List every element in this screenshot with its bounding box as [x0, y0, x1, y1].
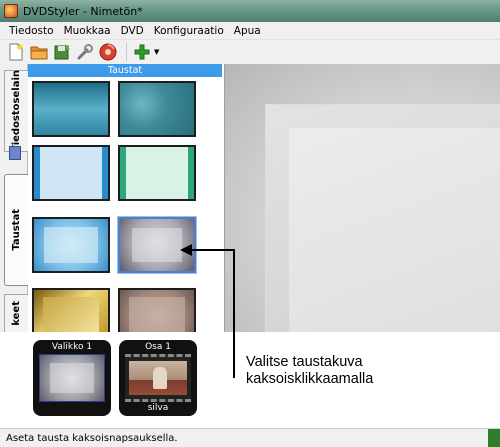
tab-backgrounds[interactable]: Taustat — [4, 174, 28, 286]
tab-file-browser-label: Tiedostoselain — [11, 69, 22, 153]
annotation-line-1: Valitse taustakuva — [246, 354, 363, 370]
status-text: Aseta tausta kaksoisnapsauksella. — [6, 432, 178, 444]
tab-file-browser[interactable]: Tiedostoselain — [4, 70, 28, 152]
annotation-line-2: kaksoisklikkaamalla — [246, 371, 374, 387]
burn-disc-icon[interactable] — [98, 42, 118, 62]
background-thumbnail[interactable] — [32, 145, 110, 201]
dvdstyler-app-icon — [4, 4, 18, 18]
file-browser-icon — [9, 146, 21, 160]
side-tabs: Tiedostoselain Taustat keet — [0, 64, 28, 332]
tab-backgrounds-label: Taustat — [11, 209, 22, 251]
menu-file[interactable]: Tiedosto — [4, 25, 59, 37]
menu-help[interactable]: Apua — [229, 25, 266, 37]
open-folder-icon[interactable] — [29, 42, 49, 62]
title-card-label: Osa 1 — [145, 342, 171, 352]
settings-icon[interactable] — [75, 42, 95, 62]
background-thumbnail[interactable] — [32, 81, 110, 137]
toolbar-separator — [126, 43, 127, 61]
menu-card[interactable]: Valikko 1 — [33, 340, 111, 416]
add-icon[interactable] — [132, 42, 152, 62]
background-thumbnail[interactable] — [118, 145, 196, 201]
background-thumbnail[interactable] — [32, 288, 110, 332]
menu-bar: Tiedosto Muokkaa DVD Konfiguraatio Apua — [0, 22, 500, 40]
menu-edit[interactable]: Muokkaa — [59, 25, 116, 37]
title-card-thumbnail — [125, 354, 191, 402]
background-thumbnail-selected[interactable] — [118, 217, 196, 273]
background-thumbnails — [28, 77, 206, 332]
background-thumbnail[interactable] — [118, 81, 196, 137]
add-dropdown-arrow-icon[interactable]: ▼ — [154, 48, 159, 56]
save-icon[interactable] — [52, 42, 72, 62]
status-bar: Aseta tausta kaksoisnapsauksella. — [0, 428, 500, 447]
menu-configuration[interactable]: Konfiguraatio — [149, 25, 229, 37]
title-bar: DVDStyler - Nimetön* — [0, 0, 500, 22]
menu-card-label: Valikko 1 — [51, 342, 93, 352]
resize-grip[interactable] — [488, 429, 500, 447]
menu-editor-canvas[interactable] — [224, 64, 500, 332]
new-file-icon[interactable] — [6, 42, 26, 62]
backgrounds-panel: Taustat ▲ ▼ — [28, 64, 250, 332]
background-thumbnail[interactable] — [32, 217, 110, 273]
titleset-manager: Valikko 1 Osa 1 silva — [28, 332, 222, 428]
annotation-text: Valitse taustakuva kaksoisklikkaamalla — [246, 354, 373, 388]
menu-card-thumbnail — [39, 354, 105, 402]
toolbar: ▼ — [0, 40, 500, 64]
menu-dvd[interactable]: DVD — [116, 25, 149, 37]
tab-buttons-label: keet — [11, 301, 22, 326]
title-card[interactable]: Osa 1 silva — [119, 340, 197, 416]
window-title: DVDStyler - Nimetön* — [23, 4, 143, 18]
tab-buttons[interactable]: keet — [4, 294, 28, 332]
panel-header: Taustat — [28, 64, 222, 77]
canvas-inner-frame — [289, 128, 500, 332]
title-card-subtitle: silva — [147, 403, 169, 413]
background-thumbnail[interactable] — [118, 288, 196, 332]
